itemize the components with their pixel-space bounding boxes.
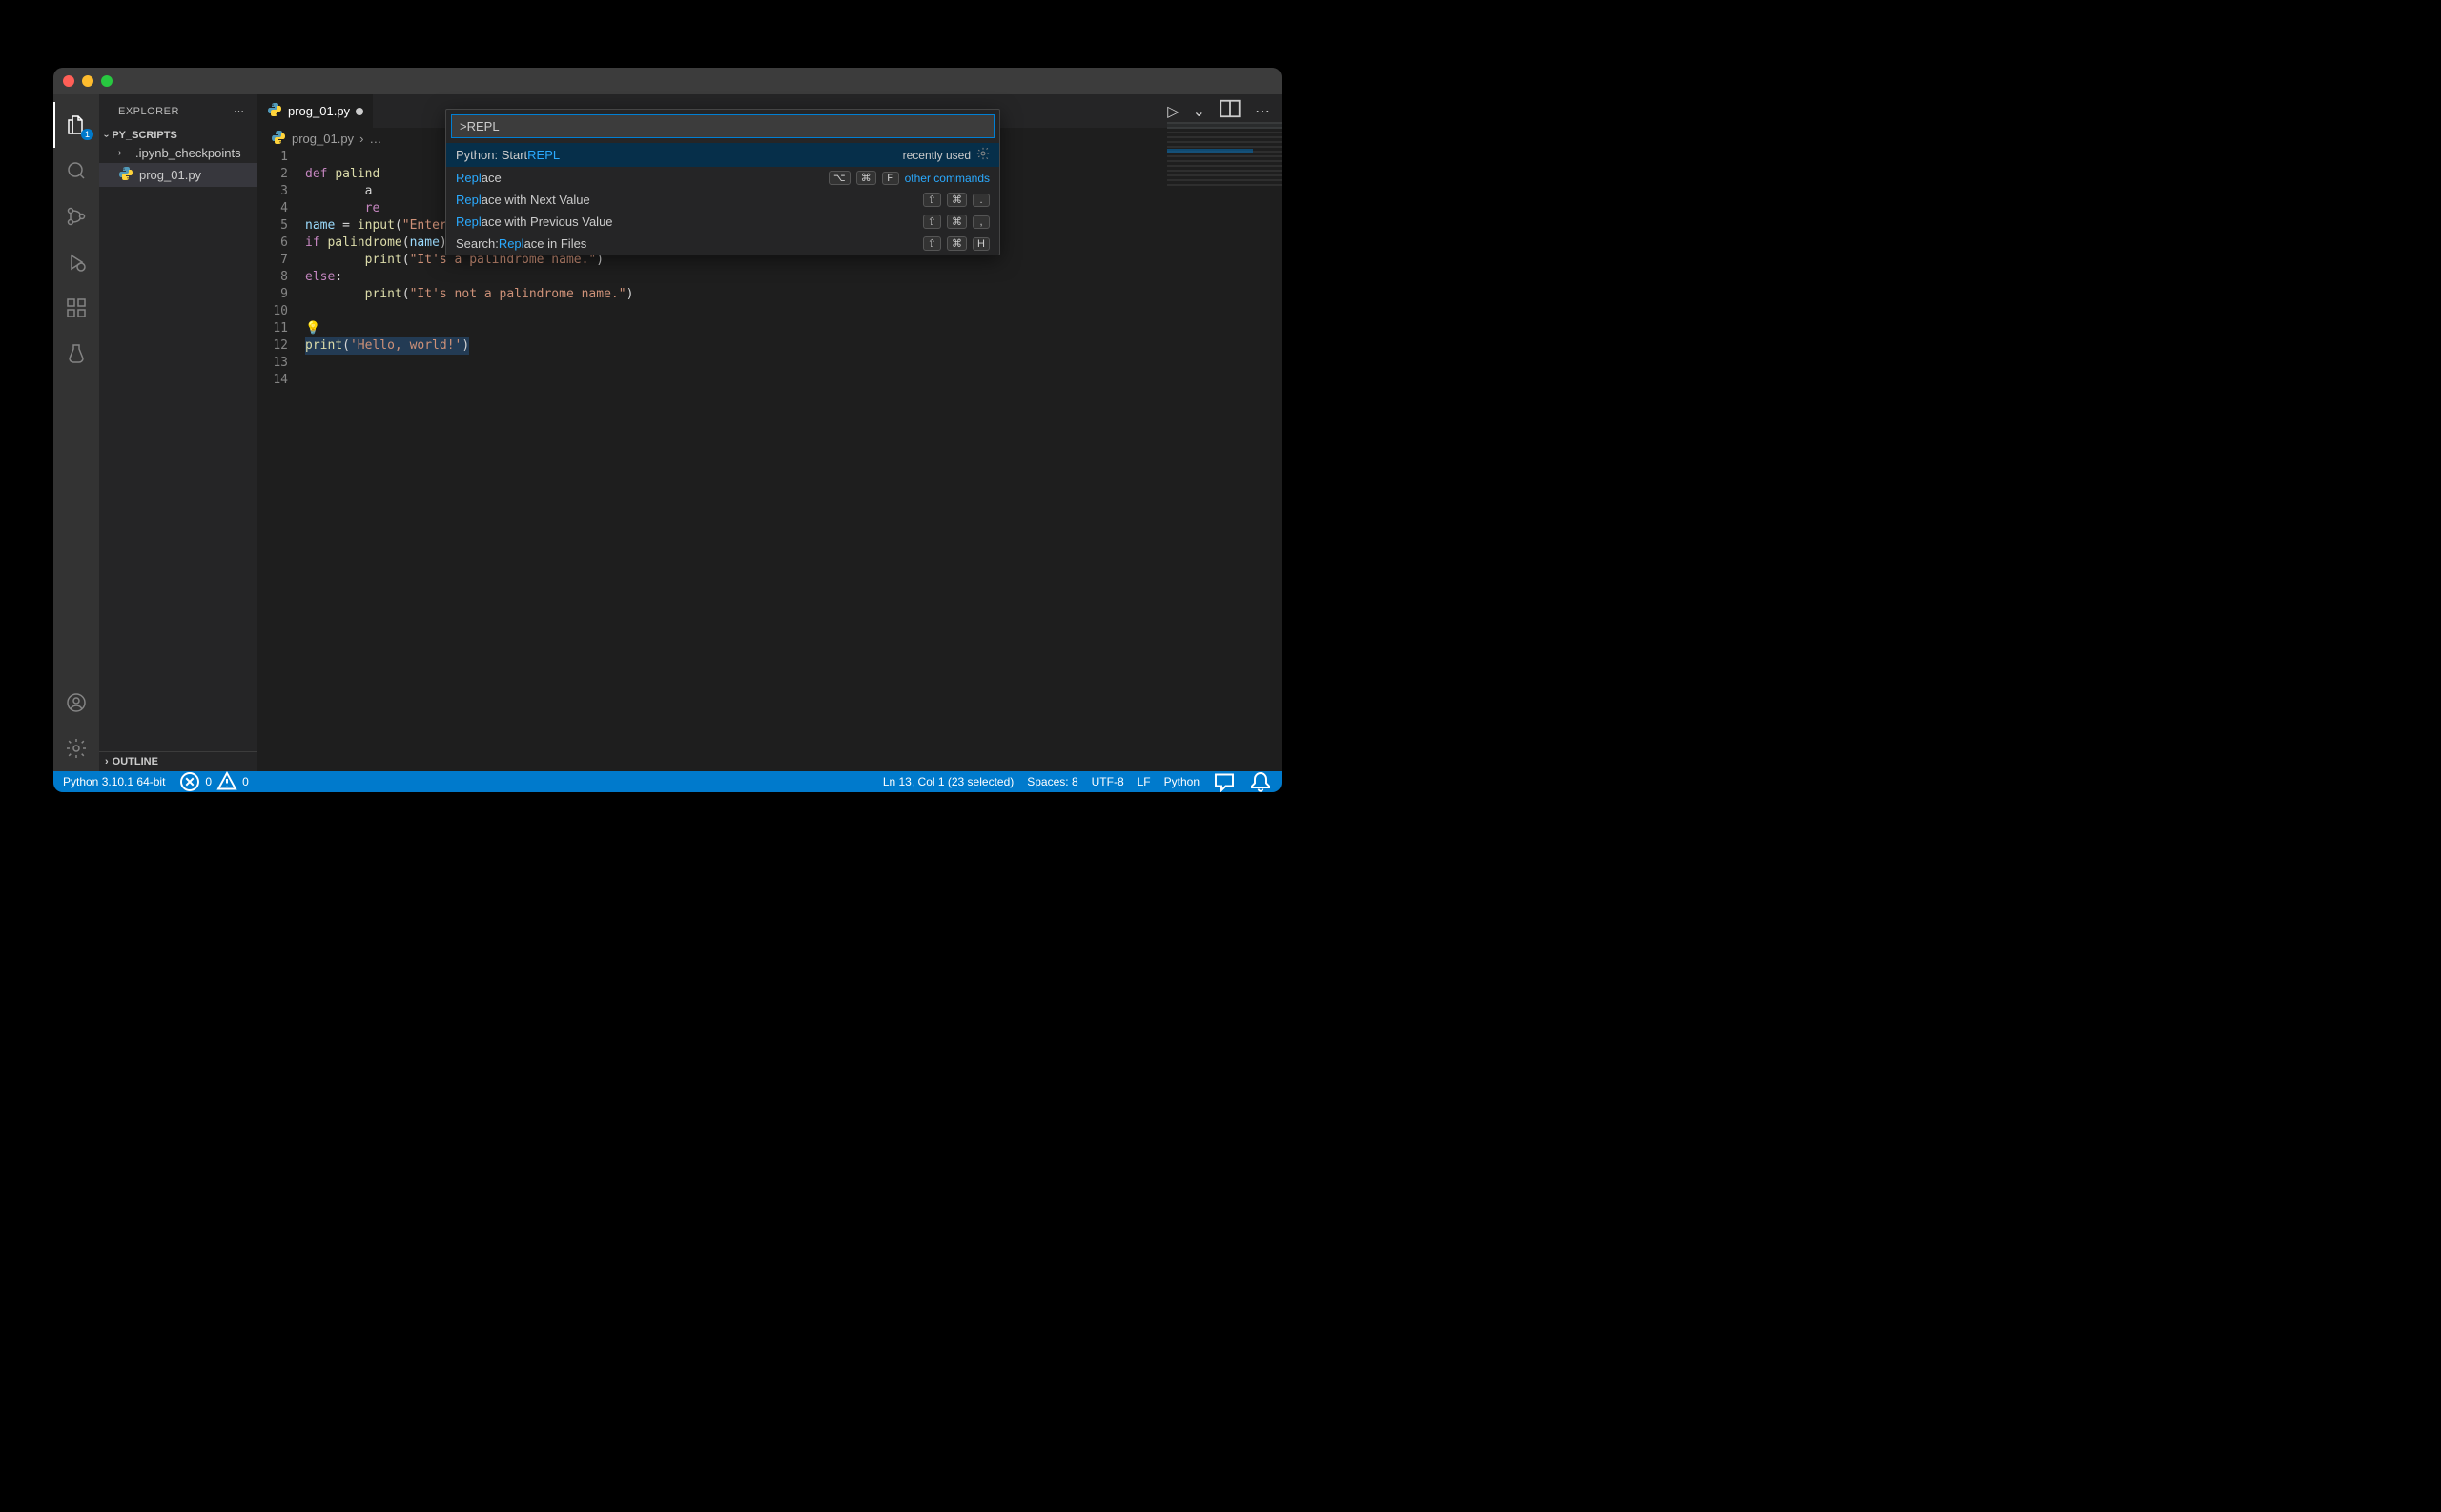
command-palette-item[interactable]: Replace with Previous Value⇧⌘, (446, 211, 999, 233)
command-palette-item[interactable]: Replace with Next Value⇧⌘. (446, 189, 999, 211)
gear-icon[interactable] (976, 147, 990, 163)
keycap: ⇧ (923, 236, 941, 251)
keycap: ⌥ (829, 171, 851, 185)
run-debug-icon[interactable] (53, 239, 99, 285)
command-palette-meta[interactable]: other commands (905, 172, 990, 185)
python-file-icon (267, 102, 282, 120)
accounts-icon[interactable] (53, 680, 99, 725)
window-maximize-button[interactable] (101, 75, 113, 87)
window-close-button[interactable] (63, 75, 74, 87)
keycap: , (973, 215, 990, 229)
testing-icon[interactable] (53, 331, 99, 377)
status-selection[interactable]: Ln 13, Col 1 (23 selected) (883, 775, 1014, 788)
status-encoding[interactable]: UTF-8 (1092, 775, 1124, 788)
editor-tab[interactable]: prog_01.py (257, 94, 374, 128)
chevron-right-icon: › (118, 148, 130, 158)
titlebar[interactable] (53, 68, 1282, 94)
activity-bar: 1 (53, 94, 99, 771)
folder-section[interactable]: › PY_SCRIPTS (99, 128, 257, 143)
status-language[interactable]: Python (1164, 775, 1200, 788)
line-gutter: 1234567891011121314 (257, 149, 305, 771)
sidebar-title: EXPLORER (118, 106, 179, 117)
command-palette-input[interactable] (451, 114, 995, 138)
command-palette-meta: recently used (903, 149, 971, 162)
tree-folder[interactable]: › .ipynb_checkpoints (99, 143, 257, 163)
minimap[interactable] (1167, 122, 1282, 189)
command-palette-item[interactable]: Search: Replace in Files⇧⌘H (446, 233, 999, 255)
keycap: ⌘ (947, 236, 967, 251)
explorer-badge: 1 (81, 129, 93, 140)
status-feedback-icon[interactable] (1213, 770, 1236, 792)
python-file-icon (271, 130, 286, 148)
run-dropdown-icon[interactable]: ⌄ (1193, 102, 1205, 121)
run-button[interactable]: ▷ (1167, 102, 1179, 121)
settings-gear-icon[interactable] (53, 725, 99, 771)
status-spaces[interactable]: Spaces: 8 (1027, 775, 1077, 788)
keycap: . (973, 194, 990, 207)
keycap: ⇧ (923, 215, 941, 229)
sidebar-header: EXPLORER ⋯ (99, 94, 257, 128)
sidebar-more-icon[interactable]: ⋯ (234, 105, 246, 117)
status-bar: Python 3.10.1 64-bit 0 0 Ln 13, Col 1 (2… (53, 771, 1282, 792)
source-control-icon[interactable] (53, 194, 99, 239)
keycap: H (973, 237, 990, 251)
search-icon[interactable] (53, 148, 99, 194)
keycap: ⌘ (856, 171, 876, 185)
sidebar: EXPLORER ⋯ › PY_SCRIPTS › .ipynb_checkpo… (99, 94, 257, 771)
split-editor-icon[interactable] (1219, 97, 1241, 125)
python-file-icon (118, 166, 133, 184)
status-python-version[interactable]: Python 3.10.1 64-bit (63, 775, 165, 788)
keycap: ⇧ (923, 193, 941, 207)
status-problems[interactable]: 0 0 (178, 770, 248, 792)
minimap-selection (1167, 149, 1253, 153)
keycap: ⌘ (947, 215, 967, 229)
extensions-icon[interactable] (53, 285, 99, 331)
status-bell-icon[interactable] (1249, 770, 1272, 792)
window-minimize-button[interactable] (82, 75, 93, 87)
keycap: F (882, 172, 899, 185)
chevron-down-icon: › (101, 133, 112, 136)
explorer-icon[interactable]: 1 (53, 102, 99, 148)
command-palette: Python: Start REPLrecently usedReplace⌥⌘… (445, 109, 1000, 255)
outline-section[interactable]: › OUTLINE (99, 751, 257, 771)
more-actions-icon[interactable]: ⋯ (1255, 102, 1270, 121)
keycap: ⌘ (947, 193, 967, 207)
chevron-right-icon: › (105, 756, 109, 767)
status-eol[interactable]: LF (1138, 775, 1151, 788)
tree-file[interactable]: prog_01.py (99, 163, 257, 187)
vscode-window: 1 (53, 68, 1282, 792)
command-palette-item[interactable]: Replace⌥⌘Fother commands (446, 167, 999, 189)
dirty-indicator-icon (356, 108, 363, 115)
command-palette-item[interactable]: Python: Start REPLrecently used (446, 143, 999, 167)
